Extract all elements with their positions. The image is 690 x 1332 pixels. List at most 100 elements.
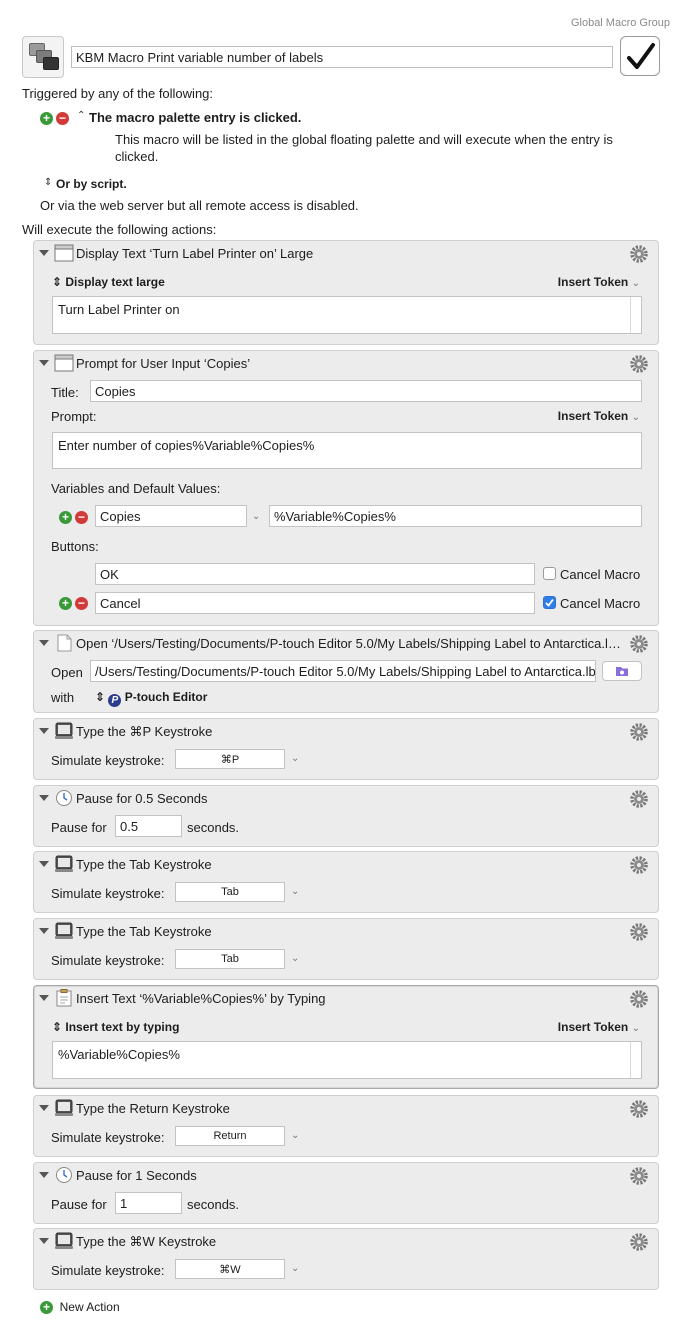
action-type-keystroke-tab-2[interactable]: Type the Tab Keystroke Simulate keystrok… <box>33 918 659 980</box>
action-insert-text-typing[interactable]: Insert Text ‘%Variable%Copies%’ by Typin… <box>33 985 659 1089</box>
document-icon <box>57 634 72 652</box>
action-type-keystroke-tab-1[interactable]: Type the Tab Keystroke Simulate keystrok… <box>33 851 659 913</box>
pause-seconds-field[interactable]: 1 <box>115 1192 182 1214</box>
action-title: Pause for 0.5 Seconds <box>76 791 208 806</box>
insert-token-button[interactable]: Insert Token ⌄ <box>558 275 640 289</box>
file-path-field[interactable]: /Users/Testing/Documents/P-touch Editor … <box>90 660 596 682</box>
prompt-text-value: Enter number of copies%Variable%Copies% <box>58 438 315 453</box>
add-button-button[interactable]: + <box>59 595 72 610</box>
gear-icon[interactable] <box>629 1099 649 1119</box>
action-display-text[interactable]: Display Text ‘Turn Label Printer on’ Lar… <box>33 240 659 345</box>
prompt-title-field[interactable]: Copies <box>90 380 642 402</box>
disclosure-triangle[interactable] <box>39 728 49 734</box>
remove-trigger-button[interactable]: − <box>56 110 69 125</box>
action-pause-0-5[interactable]: Pause for 0.5 Seconds Pause for 0.5 seco… <box>33 785 659 847</box>
gear-icon[interactable] <box>629 989 649 1009</box>
triggers-heading: Triggered by any of the following: <box>22 86 214 101</box>
insert-token-button[interactable]: Insert Token ⌄ <box>558 409 640 423</box>
gear-icon[interactable] <box>629 354 649 374</box>
action-open-file[interactable]: Open ‘/Users/Testing/Documents/P-touch E… <box>33 630 659 713</box>
palette-trigger-desc: This macro will be listed in the global … <box>115 132 613 147</box>
gear-icon[interactable] <box>629 855 649 875</box>
pause-for-label: Pause for <box>51 820 107 835</box>
action-pause-1[interactable]: Pause for 1 Seconds Pause for 1 seconds. <box>33 1162 659 1224</box>
insert-text-area[interactable]: %Variable%Copies% <box>52 1041 642 1079</box>
seconds-label: seconds. <box>187 820 240 835</box>
keystroke-chevron-icon[interactable]: ⌄ <box>291 886 299 897</box>
choose-file-button[interactable] <box>602 661 642 681</box>
button-cancel-field[interactable]: Cancel <box>95 592 535 614</box>
display-text-area[interactable]: Turn Label Printer on <box>52 296 642 334</box>
macro-icon[interactable] <box>22 36 64 78</box>
cancel-macro-checkbox-cancel[interactable] <box>543 596 556 609</box>
disclosure-triangle[interactable] <box>39 640 49 646</box>
disclosure-triangle[interactable] <box>39 995 49 1001</box>
open-label: Open <box>51 665 83 680</box>
pause-seconds-field[interactable]: 0.5 <box>115 815 182 837</box>
keystroke-field[interactable]: Tab <box>175 949 285 969</box>
plus-icon: + <box>40 1301 53 1314</box>
variable-name-chevron-icon[interactable]: ⌄ <box>252 511 260 522</box>
new-action-button[interactable]: + New Action <box>40 1299 120 1314</box>
action-type-keystroke-return[interactable]: Type the Return Keystroke Simulate keyst… <box>33 1095 659 1157</box>
action-title: Display Text ‘Turn Label Printer on’ Lar… <box>76 246 314 261</box>
pause-for-label: Pause for <box>51 1197 107 1212</box>
disclosure-triangle[interactable] <box>39 861 49 867</box>
simulate-keystroke-label: Simulate keystroke: <box>51 1130 165 1145</box>
simulate-keystroke-label: Simulate keystroke: <box>51 753 165 768</box>
remove-button-button[interactable]: − <box>75 595 88 610</box>
insert-token-button[interactable]: Insert Token ⌄ <box>558 1020 640 1034</box>
display-text-value: Turn Label Printer on <box>58 302 180 317</box>
disclosure-triangle[interactable] <box>39 1238 49 1244</box>
keystroke-field[interactable]: Return <box>175 1126 285 1146</box>
action-type-keystroke-cmd-p[interactable]: Type the ⌘P Keystroke Simulate keystroke… <box>33 718 659 780</box>
by-script-label: Or by script. <box>56 177 127 191</box>
keystroke-field[interactable]: ⌘P <box>175 749 285 769</box>
action-title: Type the ⌘P Keystroke <box>76 724 213 739</box>
gear-icon[interactable] <box>629 244 649 264</box>
simulate-keystroke-label: Simulate keystroke: <box>51 886 165 901</box>
keystroke-chevron-icon[interactable]: ⌄ <box>291 953 299 964</box>
keyboard-icon <box>55 1232 73 1249</box>
gear-icon[interactable] <box>629 922 649 942</box>
action-title: Type the ⌘W Keystroke <box>76 1234 217 1249</box>
remove-variable-button[interactable]: − <box>75 509 88 524</box>
insert-mode-label: Insert text by typing <box>65 1020 180 1034</box>
gear-icon[interactable] <box>629 1232 649 1252</box>
macro-name-field[interactable]: KBM Macro Print variable number of label… <box>71 46 613 68</box>
button-ok-field[interactable]: OK <box>95 563 535 585</box>
gear-icon[interactable] <box>629 722 649 742</box>
gear-icon[interactable] <box>629 789 649 809</box>
keystroke-chevron-icon[interactable]: ⌄ <box>291 753 299 764</box>
insert-mode-popup[interactable]: ⇕ Insert text by typing <box>52 1020 179 1034</box>
disclosure-triangle[interactable] <box>39 360 49 366</box>
display-mode-popup[interactable]: ⇕ Display text large <box>52 275 165 289</box>
clipboard-icon <box>56 989 72 1007</box>
palette-trigger-label: The macro palette entry is clicked. <box>89 110 302 125</box>
minus-icon: − <box>75 597 88 610</box>
action-prompt-user-input[interactable]: Prompt for User Input ‘Copies’ Title: Co… <box>33 350 659 626</box>
disclosure-triangle[interactable] <box>39 1172 49 1178</box>
script-trigger-popup-icon[interactable]: ⇕ <box>44 177 52 188</box>
trigger-type-popup-icon[interactable]: ⌃ <box>77 110 85 121</box>
action-type-keystroke-cmd-w[interactable]: Type the ⌘W Keystroke Simulate keystroke… <box>33 1228 659 1290</box>
gear-icon[interactable] <box>629 1166 649 1186</box>
cancel-macro-checkbox-ok[interactable] <box>543 567 556 580</box>
keystroke-field[interactable]: ⌘W <box>175 1259 285 1279</box>
gear-icon[interactable] <box>629 634 649 654</box>
disclosure-triangle[interactable] <box>39 795 49 801</box>
add-variable-button[interactable]: + <box>59 509 72 524</box>
disclosure-triangle[interactable] <box>39 1105 49 1111</box>
keystroke-chevron-icon[interactable]: ⌄ <box>291 1130 299 1141</box>
variable-name-field[interactable]: Copies <box>95 505 247 527</box>
application-popup[interactable]: ⇕ P P-touch Editor <box>95 690 207 707</box>
macro-enabled-checkbox[interactable] <box>620 36 660 76</box>
add-trigger-button[interactable]: + <box>40 110 53 125</box>
keystroke-chevron-icon[interactable]: ⌄ <box>291 1263 299 1274</box>
variable-default-field[interactable]: %Variable%Copies% <box>269 505 642 527</box>
prompt-text-area[interactable]: Enter number of copies%Variable%Copies% <box>52 432 642 469</box>
keystroke-field[interactable]: Tab <box>175 882 285 902</box>
disclosure-triangle[interactable] <box>39 250 49 256</box>
display-mode-label: Display text large <box>65 275 165 289</box>
disclosure-triangle[interactable] <box>39 928 49 934</box>
